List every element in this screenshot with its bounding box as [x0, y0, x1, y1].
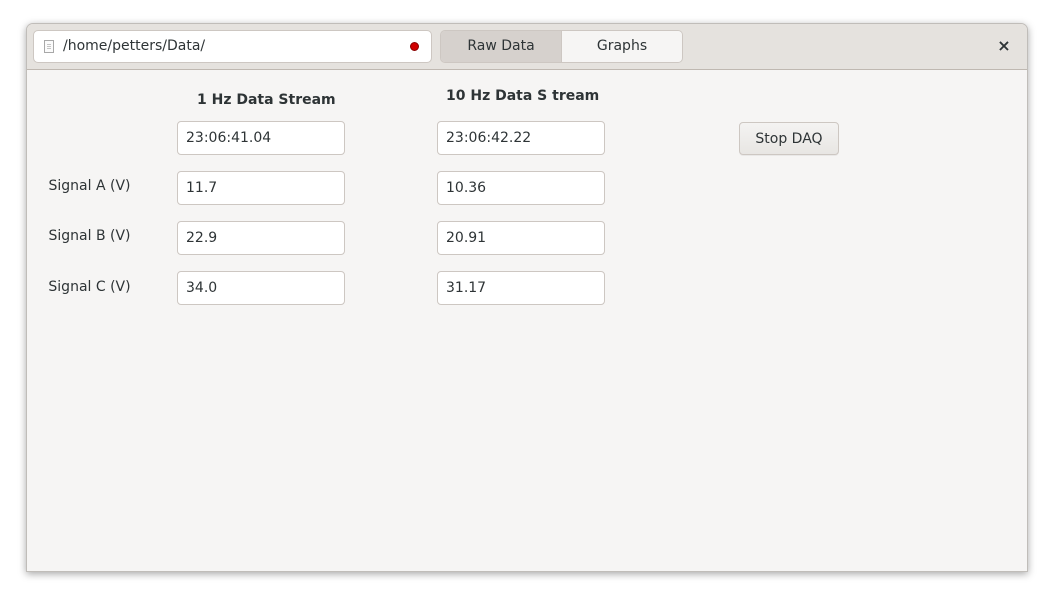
timestamp-1hz-field[interactable]	[177, 121, 345, 155]
app-window: /home/petters/Data/ Raw Data Graphs × 1 …	[26, 23, 1028, 572]
signal-c-label: Signal C (V)	[48, 279, 131, 295]
close-icon[interactable]: ×	[995, 37, 1013, 55]
stop-daq-button[interactable]: Stop DAQ	[739, 122, 839, 155]
timestamp-10hz-field[interactable]	[437, 121, 605, 155]
path-text: /home/petters/Data/	[63, 38, 206, 54]
column-heading-10hz: 10 Hz Data S tream	[446, 88, 600, 104]
signal-b-10hz-field[interactable]	[437, 221, 605, 255]
signal-c-1hz-field[interactable]	[177, 271, 345, 305]
recording-indicator-icon	[410, 42, 419, 51]
path-bar[interactable]: /home/petters/Data/	[33, 30, 432, 63]
signal-b-label: Signal B (V)	[48, 228, 131, 244]
signal-c-10hz-field[interactable]	[437, 271, 605, 305]
signal-b-1hz-field[interactable]	[177, 221, 345, 255]
signal-a-10hz-field[interactable]	[437, 171, 605, 205]
signal-a-1hz-field[interactable]	[177, 171, 345, 205]
tab-raw-data[interactable]: Raw Data	[441, 31, 561, 62]
raw-data-panel: 1 Hz Data Stream 10 Hz Data S tream Stop…	[27, 70, 1027, 571]
tab-graphs[interactable]: Graphs	[561, 31, 682, 62]
signal-a-label: Signal A (V)	[48, 178, 131, 194]
column-heading-1hz: 1 Hz Data Stream	[197, 92, 336, 108]
view-tabs: Raw Data Graphs	[440, 30, 683, 63]
header-bar: /home/petters/Data/ Raw Data Graphs ×	[27, 24, 1027, 70]
file-icon	[44, 40, 54, 53]
